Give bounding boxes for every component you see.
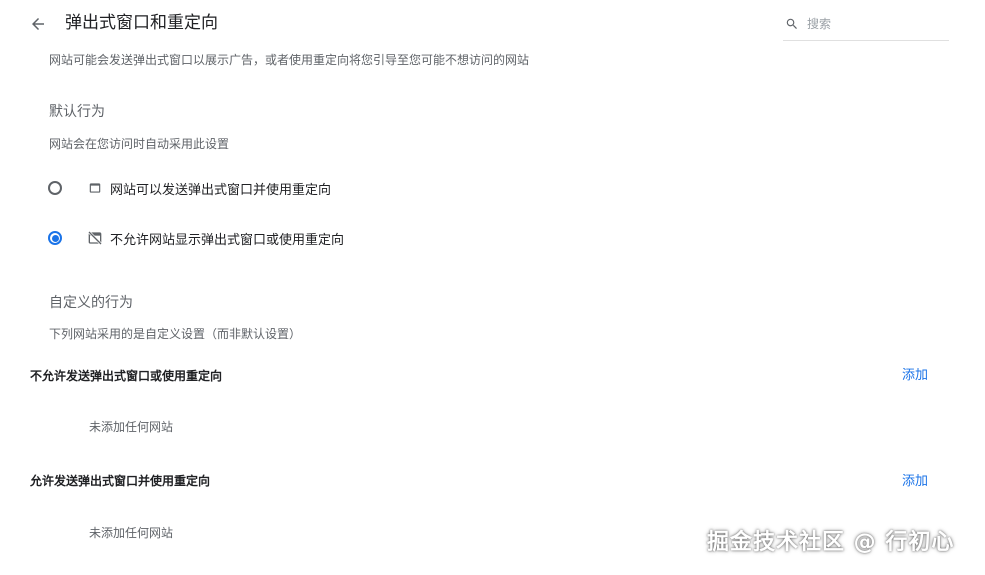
default-behavior-heading: 默认行为 bbox=[49, 104, 105, 120]
radio-label-block: 不允许网站显示弹出式窗口或使用重定向 bbox=[110, 232, 345, 248]
settings-page: 弹出式窗口和重定向 网站可能会发送弹出式窗口以展示广告，或者使用重定向将您引导至… bbox=[0, 0, 985, 575]
block-list-title: 不允许发送弹出式窗口或使用重定向 bbox=[30, 369, 223, 383]
allow-list-empty-text: 未添加任何网站 bbox=[89, 526, 174, 540]
custom-behavior-subtext: 下列网站采用的是自定义设置（而非默认设置） bbox=[49, 327, 302, 341]
page-title: 弹出式窗口和重定向 bbox=[65, 13, 218, 33]
back-button[interactable] bbox=[24, 10, 52, 38]
blocked-popup-icon bbox=[86, 229, 104, 247]
radio-button-checked[interactable] bbox=[48, 231, 62, 245]
arrow-left-icon bbox=[32, 18, 44, 30]
search-icon bbox=[785, 16, 801, 32]
custom-behavior-heading: 自定义的行为 bbox=[49, 295, 133, 311]
radio-option-allow[interactable]: 网站可以发送弹出式窗口并使用重定向 bbox=[48, 176, 331, 200]
radio-button-unchecked[interactable] bbox=[48, 181, 62, 195]
allow-list-title: 允许发送弹出式窗口并使用重定向 bbox=[30, 474, 211, 488]
page-description: 网站可能会发送弹出式窗口以展示广告，或者使用重定向将您引导至您可能不想访问的网站 bbox=[49, 53, 530, 67]
add-block-site-button[interactable]: 添加 bbox=[898, 367, 932, 385]
radio-option-block[interactable]: 不允许网站显示弹出式窗口或使用重定向 bbox=[48, 226, 344, 250]
search-box[interactable] bbox=[783, 8, 949, 41]
default-behavior-subtext: 网站会在您访问时自动采用此设置 bbox=[49, 137, 230, 151]
watermark: 掘金技术社区 @ 行初心 bbox=[707, 530, 955, 555]
radio-label-allow: 网站可以发送弹出式窗口并使用重定向 bbox=[110, 182, 332, 198]
search-input[interactable] bbox=[807, 17, 937, 31]
window-icon bbox=[86, 179, 104, 197]
add-allow-site-button[interactable]: 添加 bbox=[898, 473, 932, 491]
block-list-empty-text: 未添加任何网站 bbox=[89, 420, 174, 434]
